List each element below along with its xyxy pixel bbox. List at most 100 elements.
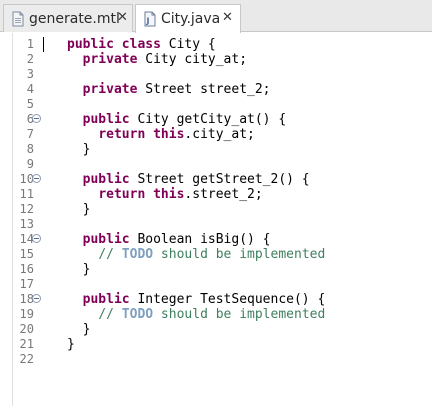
code-line[interactable]: 8 } [0, 142, 432, 157]
todo-tag: TODO [121, 247, 154, 262]
keyword-token: class [121, 37, 161, 52]
line-number: 3 [26, 67, 34, 81]
tab-label: generate.mtl [29, 10, 120, 27]
code-text: public Integer TestSequence() { [67, 292, 326, 307]
code-line[interactable]: 20 } [0, 322, 432, 337]
code-token: Street street_2; [137, 82, 271, 97]
code-line[interactable]: 2 private City city_at; [0, 52, 432, 67]
file-icon [12, 11, 24, 26]
collapse-fold-icon[interactable] [32, 174, 41, 183]
line-number: 1 [26, 37, 34, 51]
code-line[interactable]: 17 [0, 277, 432, 292]
code-token: } [67, 262, 91, 277]
code-token: } [67, 322, 91, 337]
code-text: public Street getStreet_2() { [67, 172, 310, 187]
line-number: 21 [19, 337, 34, 351]
code-text: // TODO should be implemented [67, 247, 325, 262]
code-line[interactable]: 16 } [0, 262, 432, 277]
code-line[interactable]: 10 public Street getStreet_2() { [0, 172, 432, 187]
collapse-fold-icon[interactable] [32, 294, 41, 303]
code-token: Street getStreet_2() { [129, 172, 310, 187]
keyword-token: public [82, 112, 130, 127]
code-line[interactable]: 14 public Boolean isBig() { [0, 232, 432, 247]
code-text: public City getCity_at() { [67, 112, 287, 127]
keyword-token: private [82, 52, 138, 67]
code-token: City city_at; [137, 52, 248, 67]
tab-generate-mtl[interactable]: generate.mtl ✕ [3, 4, 133, 32]
code-line[interactable]: 1 public class City { [0, 37, 432, 52]
code-token: .street_2; [184, 187, 263, 202]
code-text: } [67, 262, 91, 277]
line-number: 22 [19, 352, 34, 366]
code-token: .city_at; [184, 127, 255, 142]
code-line[interactable]: 6 public City getCity_at() { [0, 112, 432, 127]
collapse-fold-icon[interactable] [32, 234, 41, 243]
keyword-token: public [82, 172, 130, 187]
code-line[interactable]: 5 [0, 97, 432, 112]
line-number: 7 [26, 127, 34, 141]
keyword-token: return [98, 127, 146, 142]
keyword-token: public [82, 292, 130, 307]
code-text: private City city_at; [67, 52, 247, 67]
code-line[interactable]: 21} [0, 337, 432, 352]
code-line[interactable]: 13 [0, 217, 432, 232]
line-number: 4 [26, 82, 34, 96]
code-text: public Boolean isBig() { [67, 232, 271, 247]
line-number: 13 [19, 217, 34, 231]
keyword-token: this [153, 127, 185, 142]
line-number: 16 [19, 262, 34, 276]
line-number: 9 [26, 157, 34, 171]
code-text: } [67, 142, 91, 157]
line-number: 12 [19, 202, 34, 216]
code-text: return this.street_2; [67, 187, 263, 202]
keyword-token: return [98, 187, 146, 202]
todo-tag: TODO [121, 307, 154, 322]
code-line[interactable]: 22 [0, 352, 432, 367]
code-line[interactable]: 18 public Integer TestSequence() { [0, 292, 432, 307]
code-editor[interactable]: 1 public class City {2 private City city_… [0, 33, 432, 406]
code-text: private Street street_2; [67, 82, 271, 97]
collapse-fold-icon[interactable] [32, 114, 41, 123]
keyword-token: this [153, 187, 185, 202]
code-line[interactable]: 15 // TODO should be implemented [0, 247, 432, 262]
code-text: public class City { [67, 37, 216, 52]
code-text: } [67, 202, 91, 217]
code-line[interactable]: 9 [0, 157, 432, 172]
code-line[interactable]: 11 return this.street_2; [0, 187, 432, 202]
code-token: Integer TestSequence() { [129, 292, 326, 307]
tab-city-java[interactable]: J City.java ✕ [135, 4, 241, 33]
line-number: 20 [19, 322, 34, 336]
comment-token: should be implemented [153, 247, 326, 262]
line-number: 11 [19, 187, 34, 201]
close-icon[interactable]: ✕ [222, 10, 233, 25]
code-line[interactable]: 19 // TODO should be implemented [0, 307, 432, 322]
line-number: 19 [19, 307, 34, 321]
code-token: Boolean isBig() { [129, 232, 271, 247]
code-line[interactable]: 7 return this.city_at; [0, 127, 432, 142]
code-line[interactable]: 12 } [0, 202, 432, 217]
code-token: City { [160, 37, 216, 52]
comment-token: // [98, 247, 122, 262]
code-token: } [67, 337, 75, 352]
line-number: 8 [26, 142, 34, 156]
code-line[interactable]: 3 [0, 67, 432, 82]
code-text: // TODO should be implemented [67, 307, 325, 322]
code-text: } [67, 337, 75, 352]
code-line[interactable]: 4 private Street street_2; [0, 82, 432, 97]
svg-text:J: J [146, 17, 150, 26]
close-icon[interactable]: ✕ [117, 10, 128, 25]
line-number: 5 [26, 97, 34, 111]
keyword-token: private [82, 82, 138, 97]
